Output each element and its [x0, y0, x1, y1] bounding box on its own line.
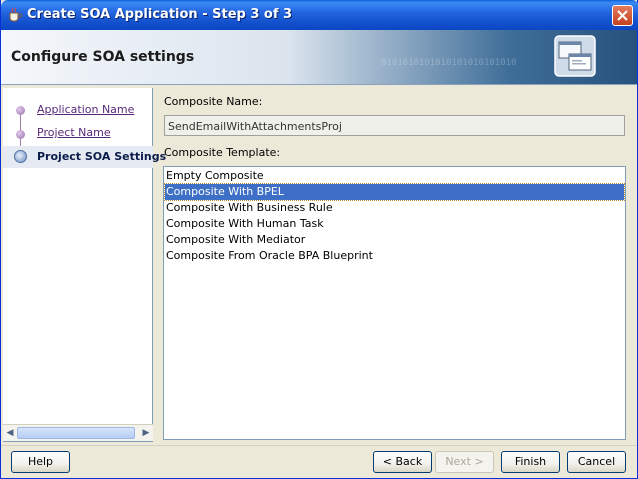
page-title: Configure SOA settings	[11, 49, 195, 65]
coffee-cup-icon	[9, 7, 22, 22]
list-item[interactable]: Composite With Mediator	[165, 232, 624, 248]
windows-graphic-icon	[554, 35, 596, 77]
window-title: Create SOA Application - Step 3 of 3	[27, 7, 293, 22]
scroll-thumb[interactable]	[17, 427, 135, 439]
nav-item-label[interactable]: Application Name	[37, 103, 134, 116]
composite-template-label: Composite Template:	[164, 146, 281, 159]
next-button[interactable]: Next >	[435, 451, 494, 473]
composite-name-field[interactable]: SendEmailWithAttachmentsProj	[164, 115, 625, 136]
list-item[interactable]: Composite With Business Rule	[165, 200, 624, 216]
close-icon	[617, 10, 628, 21]
scroll-right-icon[interactable]: ▶	[140, 427, 152, 440]
back-button[interactable]: < Back	[373, 451, 432, 473]
nav-item-project-soa-settings[interactable]: Project SOA Settings	[3, 146, 166, 168]
step-visited-icon	[16, 106, 25, 115]
list-item[interactable]: Composite From Oracle BPA Blueprint	[165, 248, 624, 264]
wizard-nav: Application Name Project Name Project SO…	[3, 88, 166, 442]
scroll-left-icon[interactable]: ◀	[4, 427, 16, 440]
nav-item-label[interactable]: Project Name	[37, 126, 111, 139]
help-button[interactable]: Help	[11, 451, 70, 473]
title-bar[interactable]: Create SOA Application - Step 3 of 3	[1, 0, 638, 30]
nav-item-label: Project SOA Settings	[37, 150, 167, 163]
step-current-icon	[14, 150, 27, 163]
finish-button[interactable]: Finish	[501, 451, 560, 473]
composite-name-label: Composite Name:	[164, 95, 263, 108]
banner-decor-text: 0101010101010101010101010	[381, 58, 517, 68]
list-item[interactable]: Empty Composite	[165, 168, 624, 184]
step-visited-icon	[16, 130, 25, 139]
nav-item-application-name[interactable]: Application Name	[3, 99, 153, 121]
nav-horizontal-scrollbar[interactable]: ◀ ▶	[3, 424, 153, 441]
cancel-button[interactable]: Cancel	[567, 451, 626, 473]
dialog-window: Create SOA Application - Step 3 of 3 Con…	[0, 0, 638, 479]
close-button[interactable]	[612, 5, 633, 26]
nav-item-project-name[interactable]: Project Name	[3, 123, 153, 145]
list-item-selected[interactable]: Composite With BPEL	[164, 183, 625, 201]
header-banner: Configure SOA settings 01010101010101010…	[1, 30, 637, 85]
list-item[interactable]: Composite With Human Task	[165, 216, 624, 232]
footer-divider	[1, 445, 637, 446]
composite-template-list[interactable]: Empty Composite Composite With BPEL Comp…	[163, 166, 626, 440]
